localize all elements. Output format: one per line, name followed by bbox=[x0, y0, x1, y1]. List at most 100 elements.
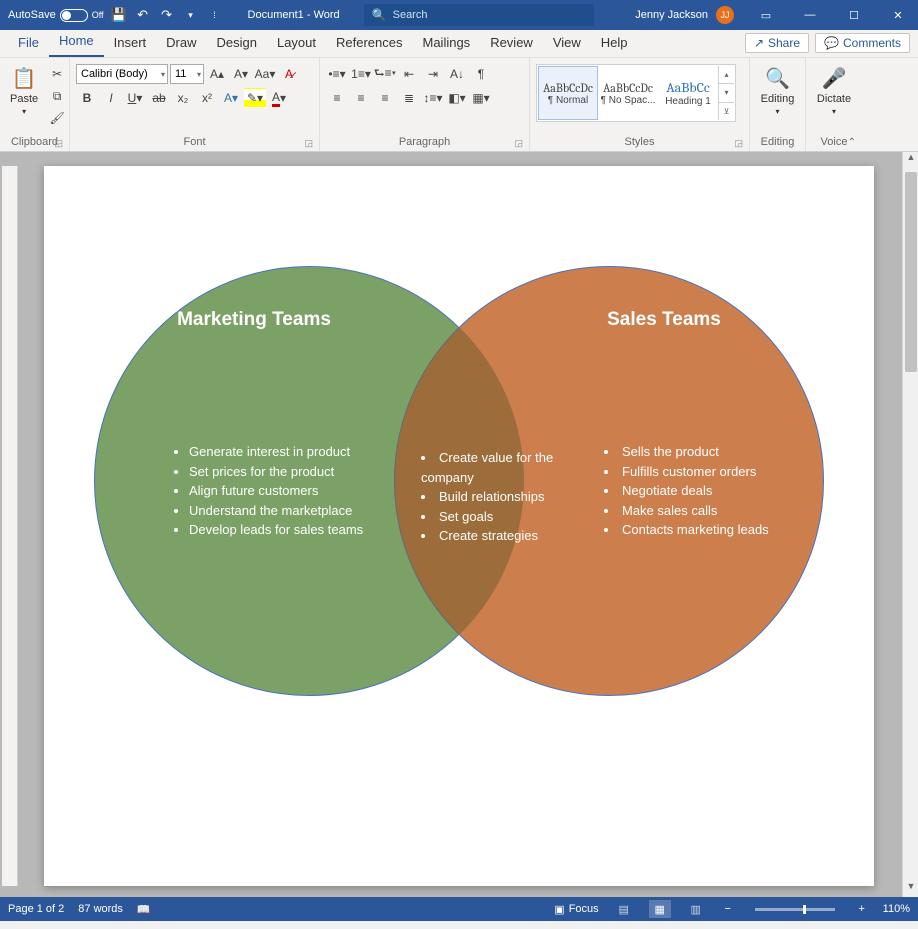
web-layout-icon[interactable]: ▥ bbox=[685, 900, 707, 918]
align-left-icon[interactable]: ≡ bbox=[326, 88, 348, 108]
autosave-toggle[interactable]: AutoSave Off bbox=[8, 9, 104, 22]
ribbon-display-icon[interactable]: ▭ bbox=[746, 0, 786, 30]
group-label-styles: Styles bbox=[625, 136, 655, 148]
align-right-icon[interactable]: ≡ bbox=[374, 88, 396, 108]
print-layout-icon[interactable]: ▦ bbox=[649, 900, 671, 918]
tab-view[interactable]: View bbox=[543, 30, 591, 57]
tab-help[interactable]: Help bbox=[591, 30, 638, 57]
comments-button[interactable]: 💬Comments bbox=[815, 33, 910, 53]
list-item: Generate interest in product bbox=[189, 442, 419, 462]
style-heading1[interactable]: AaBbCc Heading 1 bbox=[658, 66, 718, 120]
scroll-down-icon[interactable]: ▼ bbox=[903, 881, 918, 897]
tab-home[interactable]: Home bbox=[49, 28, 104, 57]
line-spacing-icon[interactable]: ↕≡▾ bbox=[422, 88, 444, 108]
tab-mailings[interactable]: Mailings bbox=[413, 30, 481, 57]
tab-layout[interactable]: Layout bbox=[267, 30, 326, 57]
style-gallery-scroll[interactable]: ▴▾⊻ bbox=[718, 66, 734, 120]
bullets-icon[interactable]: •≡▾ bbox=[326, 64, 348, 84]
subscript-icon[interactable]: x₂ bbox=[172, 88, 194, 108]
justify-icon[interactable]: ≣ bbox=[398, 88, 420, 108]
group-paragraph: •≡▾ 1≡▾ ⮑≡▾ ⇤ ⇥ A↓ ¶ ≡ ≡ ≡ ≣ ↕≡▾ ◧▾ ▦▾ P… bbox=[320, 58, 530, 151]
status-words[interactable]: 87 words bbox=[78, 903, 123, 915]
spellcheck-icon[interactable]: 📖 bbox=[137, 903, 151, 916]
document-title: Document1 - Word bbox=[248, 9, 340, 21]
list-item: Understand the marketplace bbox=[189, 501, 419, 521]
text-effects-icon[interactable]: A▾ bbox=[220, 88, 242, 108]
scroll-thumb[interactable] bbox=[905, 172, 917, 372]
font-color-icon[interactable]: A▾ bbox=[268, 88, 290, 108]
launcher-icon[interactable]: ◲ bbox=[304, 138, 313, 149]
style-nospacing[interactable]: AaBbCcDc ¶ No Spac... bbox=[598, 66, 658, 120]
font-size-select[interactable]: 11 bbox=[170, 64, 204, 84]
page[interactable]: Marketing Teams Sales Teams Generate int… bbox=[44, 166, 874, 886]
increase-indent-icon[interactable]: ⇥ bbox=[422, 64, 444, 84]
ribbon-tabs: File Home Insert Draw Design Layout Refe… bbox=[0, 30, 918, 58]
align-center-icon[interactable]: ≡ bbox=[350, 88, 372, 108]
change-case-icon[interactable]: Aa▾ bbox=[254, 64, 276, 84]
editing-button[interactable]: 🔍 Editing ▾ bbox=[757, 64, 799, 118]
clear-format-icon[interactable]: A̷ bbox=[278, 64, 300, 84]
underline-icon[interactable]: U▾ bbox=[124, 88, 146, 108]
numbering-icon[interactable]: 1≡▾ bbox=[350, 64, 372, 84]
format-painter-icon[interactable]: 🖌 bbox=[46, 108, 68, 128]
highlight-icon[interactable]: ✎▾ bbox=[244, 88, 266, 108]
zoom-slider[interactable] bbox=[755, 908, 835, 911]
undo-icon[interactable]: ↶ bbox=[134, 4, 152, 26]
save-icon[interactable]: 💾 bbox=[110, 4, 128, 26]
close-icon[interactable]: ✕ bbox=[878, 0, 918, 30]
decrease-indent-icon[interactable]: ⇤ bbox=[398, 64, 420, 84]
borders-icon[interactable]: ▦▾ bbox=[470, 88, 492, 108]
tab-draw[interactable]: Draw bbox=[156, 30, 206, 57]
cut-icon[interactable]: ✂ bbox=[46, 64, 68, 84]
shading-icon[interactable]: ◧▾ bbox=[446, 88, 468, 108]
paste-button[interactable]: 📋 Paste ▾ bbox=[6, 64, 42, 118]
ribbon: 📋 Paste ▾ ✂ ⧉ 🖌 Clipboard◲ Calibri (Body… bbox=[0, 58, 918, 152]
redo-icon[interactable]: ↷ bbox=[158, 4, 176, 26]
tab-references[interactable]: References bbox=[326, 30, 412, 57]
copy-icon[interactable]: ⧉ bbox=[46, 86, 68, 106]
multilevel-icon[interactable]: ⮑≡▾ bbox=[374, 64, 396, 84]
search-placeholder: Search bbox=[393, 9, 428, 21]
tab-review[interactable]: Review bbox=[480, 30, 543, 57]
launcher-icon[interactable]: ◲ bbox=[514, 138, 523, 149]
strike-icon[interactable]: ab bbox=[148, 88, 170, 108]
tab-file[interactable]: File bbox=[8, 30, 49, 57]
launcher-icon[interactable]: ◲ bbox=[734, 138, 743, 149]
qat-customize-icon[interactable]: ⁞ bbox=[206, 4, 224, 26]
zoom-level[interactable]: 110% bbox=[883, 903, 910, 915]
focus-mode-button[interactable]: ▣Focus bbox=[554, 903, 598, 916]
group-clipboard: 📋 Paste ▾ ✂ ⧉ 🖌 Clipboard◲ bbox=[0, 58, 70, 151]
shrink-font-icon[interactable]: A▾ bbox=[230, 64, 252, 84]
collapse-ribbon-icon[interactable]: ⌃ bbox=[848, 137, 856, 148]
user-name[interactable]: Jenny Jackson bbox=[635, 9, 708, 21]
style-gallery[interactable]: AaBbCcDc ¶ Normal AaBbCcDc ¶ No Spac... … bbox=[536, 64, 736, 122]
share-button[interactable]: ↗Share bbox=[745, 33, 809, 53]
search-box[interactable]: 🔍 Search bbox=[364, 4, 594, 26]
chevron-down-icon: ▾ bbox=[775, 107, 779, 116]
show-marks-icon[interactable]: ¶ bbox=[470, 64, 492, 84]
list-item: Create value for the company bbox=[421, 448, 571, 487]
user-avatar[interactable]: JJ bbox=[716, 6, 734, 24]
status-page[interactable]: Page 1 of 2 bbox=[8, 903, 64, 915]
vertical-scrollbar[interactable]: ▲ ▼ bbox=[902, 152, 918, 897]
qat-more-icon[interactable]: ▾ bbox=[182, 4, 200, 26]
read-mode-icon[interactable]: ▤ bbox=[613, 900, 635, 918]
launcher-icon[interactable]: ◲ bbox=[54, 138, 63, 149]
zoom-out-icon[interactable]: − bbox=[721, 903, 735, 915]
bold-icon[interactable]: B bbox=[76, 88, 98, 108]
italic-icon[interactable]: I bbox=[100, 88, 122, 108]
style-normal[interactable]: AaBbCcDc ¶ Normal bbox=[538, 66, 598, 120]
maximize-icon[interactable]: ☐ bbox=[834, 0, 874, 30]
venn-left-list: Generate interest in product Set prices … bbox=[189, 442, 419, 540]
tab-insert[interactable]: Insert bbox=[104, 30, 157, 57]
grow-font-icon[interactable]: A▴ bbox=[206, 64, 228, 84]
tab-design[interactable]: Design bbox=[207, 30, 267, 57]
superscript-icon[interactable]: x² bbox=[196, 88, 218, 108]
scroll-up-icon[interactable]: ▲ bbox=[903, 152, 918, 168]
minimize-icon[interactable]: — bbox=[790, 0, 830, 30]
zoom-in-icon[interactable]: + bbox=[855, 903, 869, 915]
sort-icon[interactable]: A↓ bbox=[446, 64, 468, 84]
font-name-select[interactable]: Calibri (Body) bbox=[76, 64, 168, 84]
list-item: Make sales calls bbox=[604, 501, 834, 521]
dictate-button[interactable]: 🎤 Dictate ▾ bbox=[813, 64, 855, 118]
